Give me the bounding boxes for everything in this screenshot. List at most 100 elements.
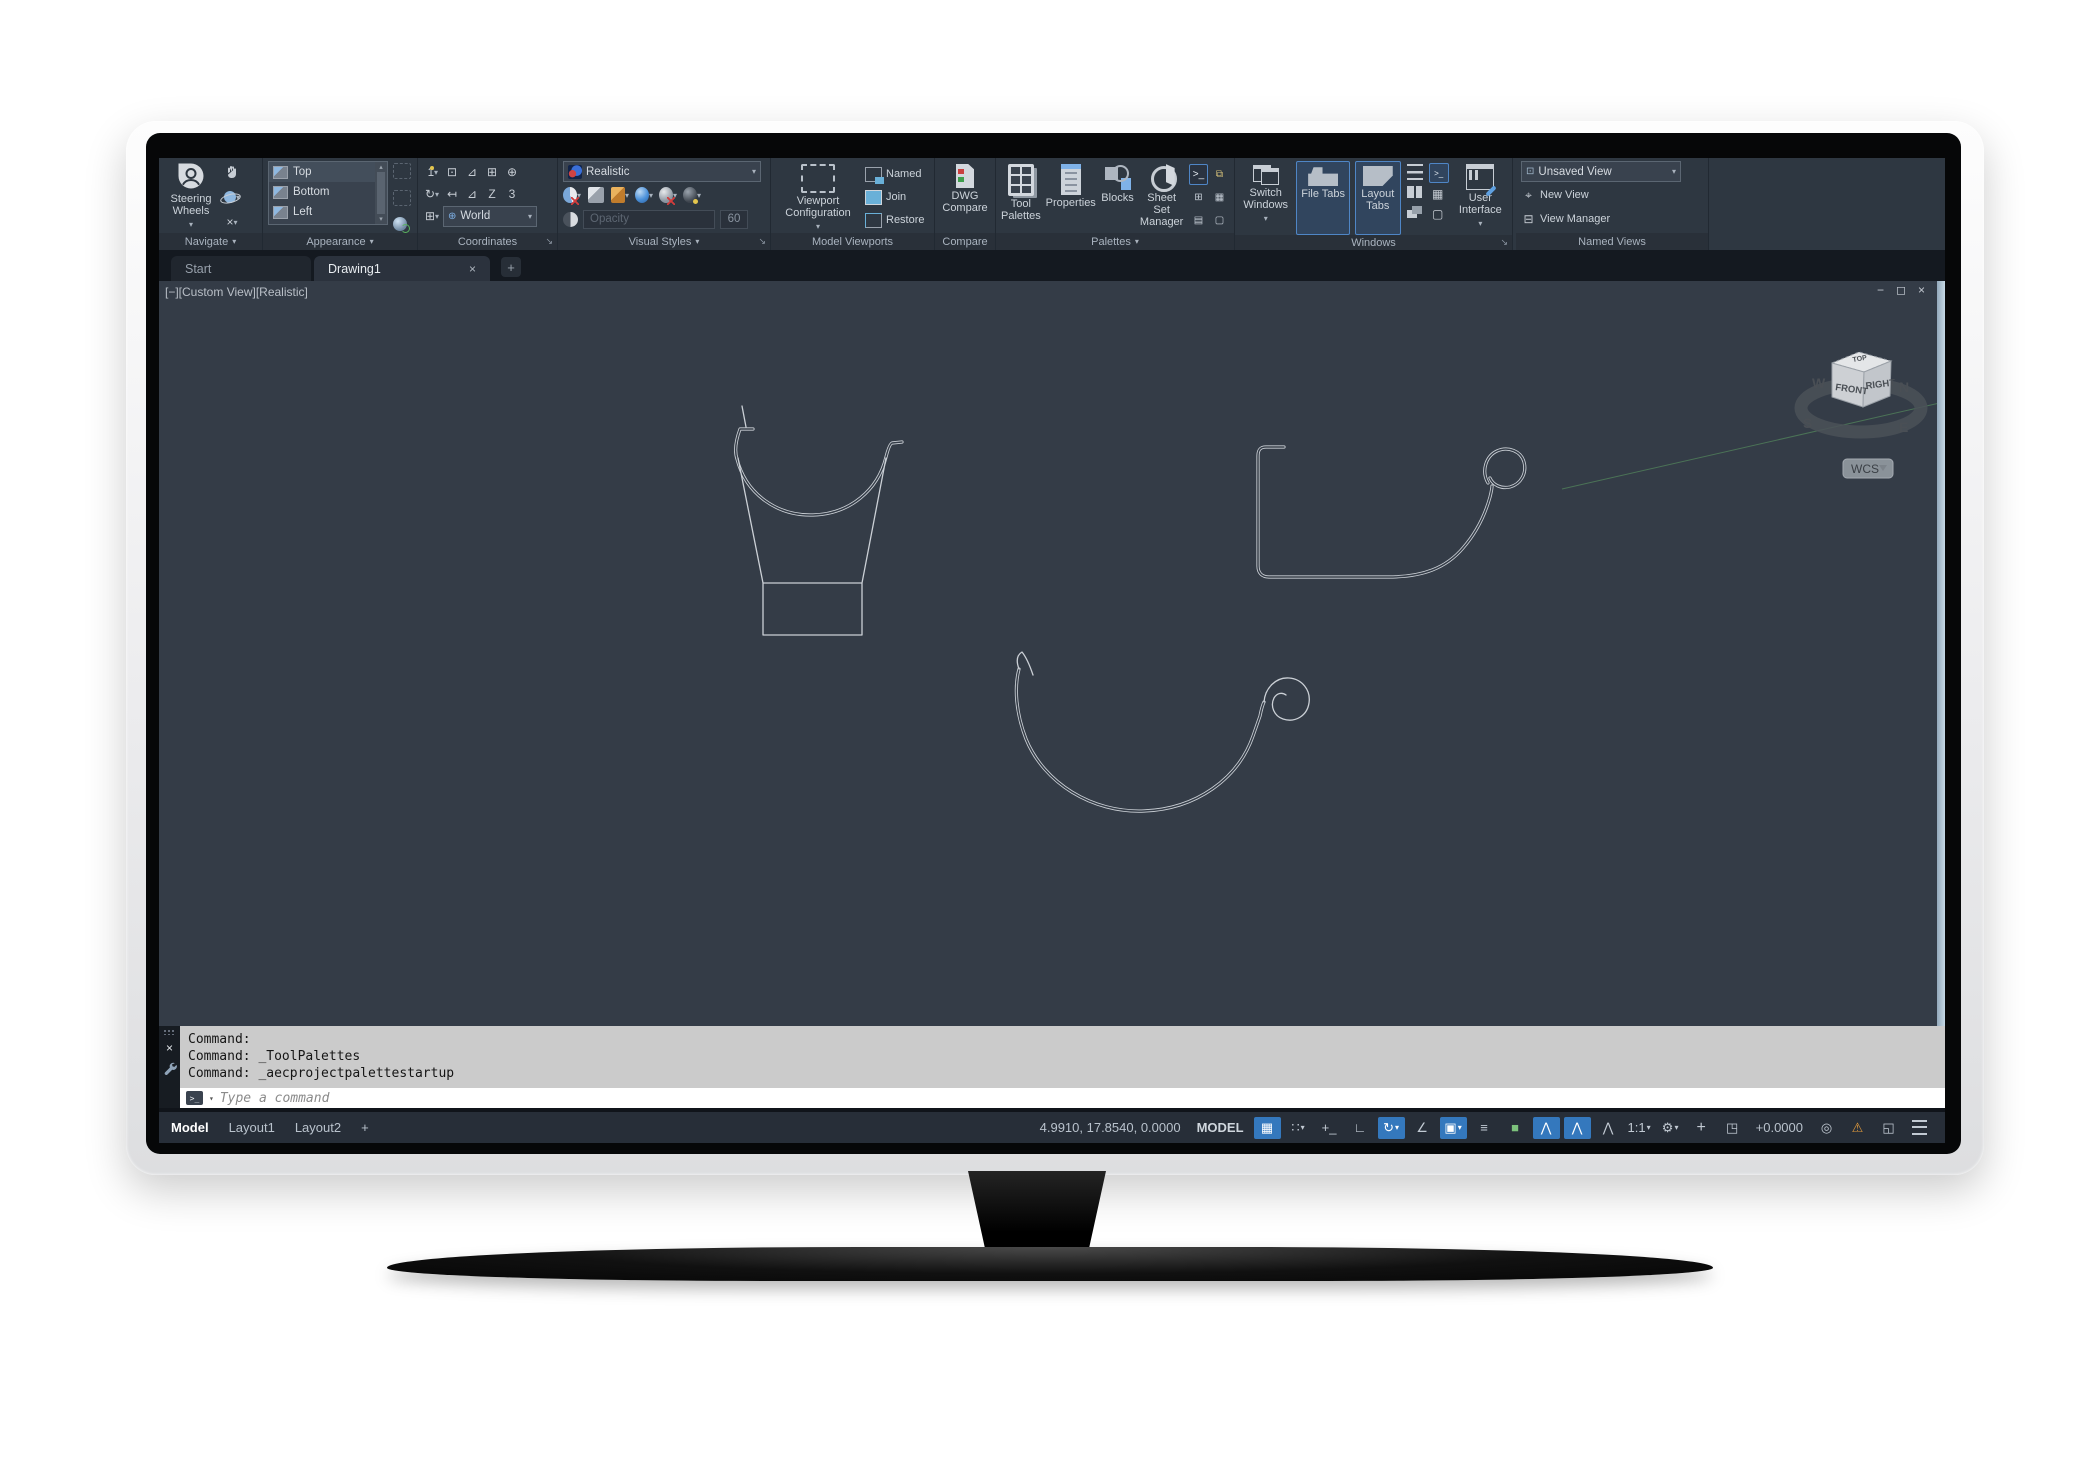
ucs-z-button[interactable]: Z <box>483 185 501 203</box>
polar-tracking-toggle[interactable]: ↻▾ <box>1378 1117 1405 1139</box>
sheet-list-button[interactable]: ▤ <box>1189 210 1208 231</box>
panel-expander-icon[interactable]: ↘ <box>1500 237 1508 248</box>
drag-grip-icon[interactable] <box>163 1029 176 1035</box>
ortho-toggle[interactable]: ∟ <box>1347 1117 1374 1139</box>
profile-box-gutter[interactable] <box>1258 447 1525 577</box>
extract-edges-button[interactable] <box>587 186 605 204</box>
shadows-button[interactable]: ▾ <box>659 186 677 204</box>
shading-button[interactable]: ▾ <box>635 186 653 204</box>
compass-north[interactable]: N <box>1899 379 1909 395</box>
tab-layout2[interactable]: Layout2 <box>295 1120 341 1135</box>
orbit-button[interactable]: ▾ <box>223 188 241 206</box>
panel-label-visual-styles[interactable]: Visual Styles▾↘ <box>558 233 770 250</box>
restore-viewports-button[interactable]: Restore <box>865 209 925 231</box>
named-viewports-button[interactable]: Named <box>865 163 925 185</box>
plot-palette-button[interactable]: ⊞ <box>1189 187 1208 208</box>
compass-west[interactable]: W <box>1812 375 1826 391</box>
blocks-button[interactable]: Blocks <box>1101 161 1135 233</box>
tab-drawing1[interactable]: Drawing1 × <box>314 256 490 281</box>
view-list-item-bottom[interactable]: Bottom <box>269 182 375 202</box>
workspace-gear-button[interactable]: ⚙▾ <box>1657 1117 1684 1139</box>
chevron-down-icon[interactable]: ▾ <box>209 1094 214 1103</box>
restore-icon[interactable]: ◻ <box>1896 283 1906 297</box>
view-list-item-top[interactable]: Top <box>269 162 375 182</box>
visual-style-dropdown[interactable]: Realistic ▾ <box>563 161 761 182</box>
pan-button[interactable] <box>223 163 241 181</box>
vertical-scrollbar[interactable] <box>1937 281 1945 1026</box>
switch-windows-button[interactable]: Switch Windows ▾ <box>1240 161 1291 233</box>
tab-layout1[interactable]: Layout1 <box>229 1120 275 1135</box>
annotation-scale-value[interactable]: 1:1▾ <box>1626 1117 1653 1139</box>
ucs-view-button[interactable]: ⊞ <box>483 163 501 181</box>
steering-wheels-button[interactable]: Steering Wheels ▾ <box>164 161 218 233</box>
viewport-configuration-button[interactable]: Viewport Configuration ▾ <box>776 161 860 233</box>
section-plane-button[interactable]: ▾ <box>563 186 581 204</box>
tab-model[interactable]: Model <box>171 1120 209 1135</box>
crosshair-button[interactable]: + <box>1688 1117 1715 1139</box>
annotation-monitor-button[interactable]: ◎ <box>1813 1117 1840 1139</box>
ucs-origin-button[interactable]: ⊿ <box>463 163 481 181</box>
scroll-up-icon[interactable]: ▴ <box>379 163 383 171</box>
model-space-indicator[interactable]: MODEL <box>1197 1120 1244 1135</box>
lighting-button[interactable]: ▾ <box>683 186 701 204</box>
panel-label-windows[interactable]: Windows↘ <box>1235 235 1512 250</box>
file-tabs-toggle[interactable]: File Tabs <box>1296 161 1349 235</box>
panel-label-coordinates[interactable]: Coordinates↘ <box>418 233 557 250</box>
panel-expander-icon[interactable]: ↘ <box>758 236 766 247</box>
annotation-scale-icon[interactable]: ⋀ <box>1595 1117 1622 1139</box>
profile-half-round[interactable] <box>1016 652 1309 811</box>
refresh-view-icon[interactable] <box>393 217 407 231</box>
close-icon[interactable]: × <box>1918 283 1925 297</box>
customize-wrench-icon[interactable] <box>163 1061 177 1075</box>
basket-window-button[interactable]: ▢ <box>1429 205 1447 223</box>
quickcalc-button[interactable]: ▦ <box>1210 187 1229 208</box>
opacity-slider[interactable]: Opacity <box>583 210 715 229</box>
zoom-extents-button[interactable]: ×▾ <box>223 213 241 231</box>
edge-color-button[interactable]: ▾ <box>611 186 629 204</box>
close-tab-icon[interactable]: × <box>469 262 476 276</box>
quick-properties-toggle[interactable]: ■ <box>1502 1117 1529 1139</box>
ucs-named-button[interactable]: ⊡ <box>443 163 461 181</box>
content-basket-button[interactable]: ▢ <box>1210 210 1229 231</box>
dynamic-input-toggle[interactable]: +_ <box>1316 1117 1343 1139</box>
compass-east[interactable]: E <box>1899 419 1908 435</box>
named-view-dropdown[interactable]: ⊡ Unsaved View ▾ <box>1521 161 1681 182</box>
view-manager-button[interactable]: ⊟View Manager <box>1521 208 1610 230</box>
units-cube-button[interactable]: ◳ <box>1719 1117 1746 1139</box>
compass-south[interactable]: S <box>1803 415 1812 431</box>
command-history[interactable]: Command: Command: _ToolPalettes Command:… <box>180 1026 1945 1088</box>
dwg-compare-button[interactable]: DWG Compare <box>940 161 990 233</box>
panel-label-navigate[interactable]: Navigate▾ <box>159 233 262 250</box>
scroll-down-icon[interactable]: ▾ <box>379 215 383 223</box>
quickcalc-window-button[interactable]: ▦ <box>1429 185 1447 203</box>
model-space-canvas[interactable]: S E N W TOP FRONT RIGHT WCS <box>159 281 1945 1026</box>
command-input[interactable]: >_ ▾ Type a command <box>180 1088 1945 1108</box>
minimize-icon[interactable]: − <box>1877 283 1884 297</box>
object-snap-toggle[interactable]: ▣▾ <box>1440 1117 1467 1139</box>
properties-button[interactable]: Properties <box>1046 161 1096 233</box>
panel-label-model-viewports[interactable]: Model Viewports <box>771 233 934 250</box>
xray-toggle[interactable] <box>563 212 578 227</box>
ucs-world-button[interactable]: ⊕ <box>503 163 521 181</box>
layout-tabs-toggle[interactable]: Layout Tabs <box>1355 161 1401 235</box>
annotation-visibility-toggle[interactable]: ⋀ <box>1533 1117 1560 1139</box>
profile-funnel[interactable] <box>736 406 902 635</box>
view-list-item-left[interactable]: Left <box>269 202 375 222</box>
isodraft-toggle[interactable]: ∠ <box>1409 1117 1436 1139</box>
ucs-previous-button[interactable]: ↤ <box>443 185 461 203</box>
tab-start[interactable]: Start <box>171 256 311 281</box>
panel-label-palettes[interactable]: Palettes▾ <box>996 233 1234 250</box>
panel-label-named-views[interactable]: Named Views <box>1516 233 1708 250</box>
lineweight-toggle[interactable]: ≡ <box>1471 1117 1498 1139</box>
command-line-toggle[interactable]: >_ <box>1429 163 1449 183</box>
ucs-icon-settings-button[interactable]: ⊞▾ <box>423 207 441 225</box>
user-interface-button[interactable]: User Interface ▾ <box>1454 161 1507 233</box>
panel-label-compare[interactable]: Compare <box>935 233 995 250</box>
command-line-palette-button[interactable]: >_ <box>1189 164 1208 185</box>
drawing-area[interactable]: [−][Custom View][Realistic] − ◻ × <box>159 281 1945 1026</box>
ucs-dropdown[interactable]: ⊕ World ▾ <box>443 206 537 227</box>
view-list[interactable]: Top Bottom Left ▴ ▾ <box>268 161 388 225</box>
tile-vertically-button[interactable] <box>1406 183 1424 201</box>
status-bar-lines-button[interactable] <box>1406 163 1424 181</box>
new-layout-button[interactable]: + <box>361 1120 369 1135</box>
